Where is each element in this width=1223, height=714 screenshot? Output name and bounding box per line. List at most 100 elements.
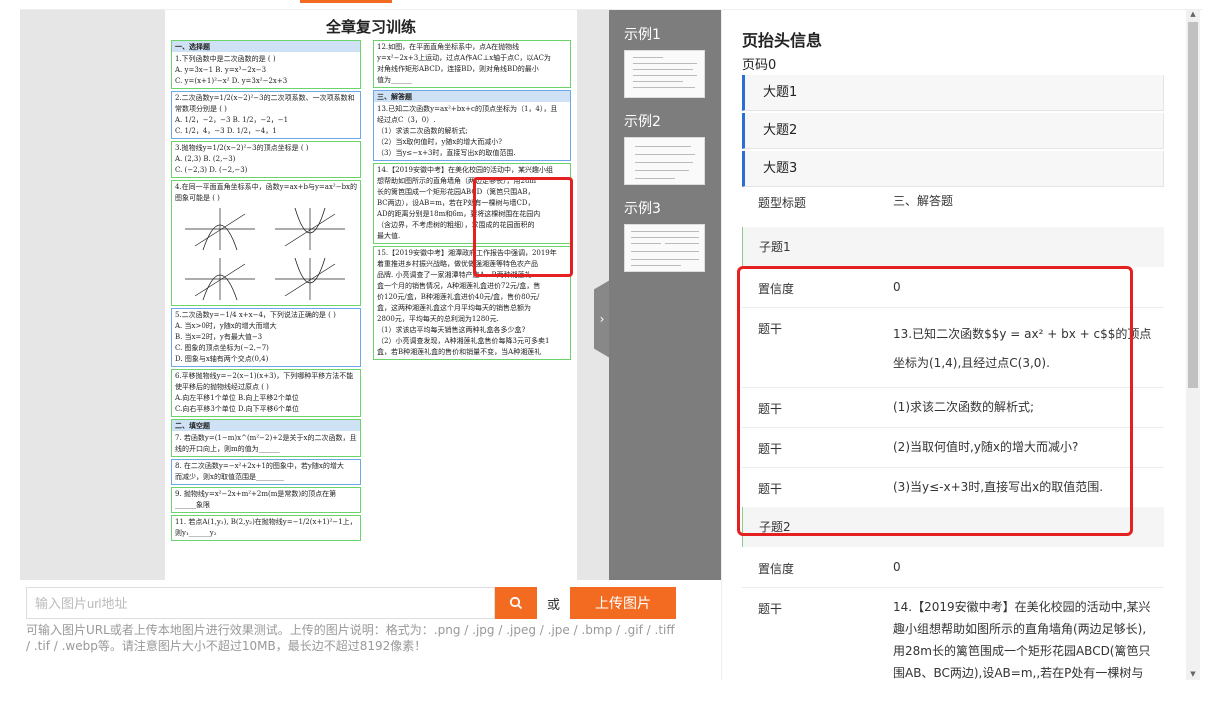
- confidence-label: 置信度: [758, 562, 795, 576]
- document-line: C. 1/2，4，−3 D. 1/2，−4，1: [175, 127, 277, 135]
- document-line: A. (2,3) B. (2,−3): [175, 155, 236, 163]
- stem-value: 14.【2019安徽中考】在美化校园的活动中,某兴趣小组想帮助如图所示的直角墙角…: [893, 600, 1151, 680]
- question-block: 3.抛物线y=1/2(x−2)²−3的顶点坐标是 ( ) A. (2,3) B. …: [171, 141, 361, 178]
- document-line: 14.【2019安徽中考】在美化校园的活动中，某兴趣小组: [377, 166, 553, 174]
- sample-item-1[interactable]: 示例1: [624, 24, 705, 98]
- section-header: 三、解答题: [374, 91, 570, 102]
- sample-item-3[interactable]: 示例3: [624, 198, 705, 272]
- option-graph: [265, 256, 351, 302]
- document-preview: 全章复习训练 一、选择题 1.下列函数中是二次函数的是 ( ) A. y=3x−1 …: [165, 10, 577, 580]
- scrollbar[interactable]: ▲ ▼: [1186, 10, 1200, 680]
- question-type-label: 题型标题: [758, 196, 807, 210]
- question-item-1[interactable]: 大题1: [742, 75, 1164, 111]
- highlight-box-graph: [473, 177, 573, 277]
- document-line: C. 图象的顶点坐标为(−2,−7): [175, 344, 269, 352]
- option-graph: [175, 256, 261, 302]
- document-line: 2.二次函数y=1/2(x−2)²−3的二次项系数、一次项系数和: [175, 94, 355, 102]
- sample-thumbnail[interactable]: [624, 50, 705, 98]
- document-line: A.向左平移1个单位 B.向上平移2个单位: [175, 394, 299, 402]
- section-title: 页抬头信息: [742, 31, 823, 50]
- document-line: 价120元/盒，B种湘莲礼盒进价40元/盒，售价80元/: [377, 293, 540, 301]
- scroll-down-icon[interactable]: ▼: [1188, 670, 1198, 678]
- document-line: C. (−2,3) D. (−2,−3): [175, 166, 248, 174]
- document-line: 5.二次函数y=−1/4 x+x−4，下列说法正确的是 ( ): [175, 311, 336, 319]
- question-block: 4.在同一平面直角坐标系中，函数y=ax+b与y=ax²−bx的 图象可能是 ( …: [171, 180, 361, 306]
- document-line: 12.如图，在平面直角坐标系中，点A在抛物线: [377, 43, 520, 51]
- option-graphs: [175, 204, 357, 304]
- scroll-up-icon[interactable]: ▲: [1188, 10, 1198, 18]
- document-line: 线的开口向上，则m的值为______: [175, 445, 280, 453]
- document-line: 经过点C（3，0）.: [377, 116, 436, 124]
- sample-label: 示例1: [624, 27, 661, 43]
- page-number: 页码0: [742, 58, 777, 73]
- question-item-2[interactable]: 大题2: [742, 113, 1164, 149]
- question-block: 12.如图，在平面直角坐标系中，点A在抛物线 y=x²−2x+3上运动，过点A作A…: [373, 40, 571, 88]
- url-input[interactable]: [26, 587, 495, 619]
- or-label: 或: [546, 597, 560, 613]
- document-line: C.向右平移3个单位 D.向下平移6个单位: [175, 405, 300, 413]
- question-block: 二、填空题 7. 若函数y=(1−m)x^(m²−2)+2是关于x的二次函数，且抛…: [171, 419, 361, 457]
- document-line: 盒，这两种湘莲礼盒这个月平均每天的销售总额为: [377, 304, 531, 312]
- document-line: 4.在同一平面直角坐标系中，函数y=ax+b与y=ax²−bx的: [175, 183, 357, 191]
- document-line: 盒，若B种湘莲礼盒的售价和销量不变，当A种湘莲礼: [377, 348, 542, 356]
- document-line: （1）求该店平均每天销售这两种礼盒各多少盒?: [377, 326, 526, 334]
- document-line: （2）小亮调查发现，A种湘莲礼盒售价每降3元可多卖1: [377, 337, 550, 345]
- search-icon: [509, 596, 523, 610]
- question-type-row: 题型标题 三、解答题: [742, 194, 1164, 223]
- upload-hint: 可输入图片URL或者上传本地图片进行效果测试。上传的图片说明：格式为：.png …: [26, 623, 675, 653]
- sample-thumbnail[interactable]: [624, 137, 705, 185]
- document-line: B. 当x=2时，y有最大值−3: [175, 333, 263, 341]
- question-block: 三、解答题 13.已知二次函数y=ax²+bx+c的顶点坐标为（1，4），且 经过点…: [373, 90, 571, 161]
- question-block: 5.二次函数y=−1/4 x+x−4，下列说法正确的是 ( ) A. 当x>0时，…: [171, 308, 361, 367]
- sample-label: 示例3: [624, 201, 661, 217]
- question-block: 一、选择题 1.下列函数中是二次函数的是 ( ) A. y=3x−1 B. y=x³…: [171, 40, 361, 89]
- document-line: 图象可能是 ( ): [175, 194, 220, 202]
- question-type-value: 三、解答题: [893, 194, 954, 208]
- highlight-box-result: [737, 266, 1133, 536]
- document-line: A. 1/2，−2，−3 B. 1/2，−2，−1: [175, 116, 289, 124]
- collapse-toggle[interactable]: ›: [594, 280, 610, 358]
- document-line: （2）当x取何值时，y随x的增大而减小?: [377, 138, 503, 146]
- document-line: D. 图象与x轴有两个交点(0,4): [175, 355, 269, 363]
- divider: [742, 587, 1164, 588]
- document-line: ______象限: [175, 501, 210, 509]
- question-item-3[interactable]: 大题3: [742, 151, 1164, 187]
- document-line: 8. 在二次函数y=−x²+2x+1的图象中，若y随x的增大: [175, 462, 344, 470]
- option-graph: [175, 206, 261, 252]
- document-line: 6.平移抛物线y=−2(x−1)(x+3)，下列哪种平移方法不能: [175, 372, 354, 380]
- document-line: （1）求该二次函数的解析式;: [377, 127, 468, 135]
- question-block: 2.二次函数y=1/2(x−2)²−3的二次项系数、一次项系数和 常数项分别是 (…: [171, 91, 361, 139]
- question-block: 11. 若点A(1,y₁), B(2,y₂)在抛物线y=−1/2(x+1)²−1…: [171, 515, 361, 541]
- document-line: 对角线作矩形ABCD，连接BD，则对角线BD的最小: [377, 65, 539, 73]
- document-line: C. y=(x+1)²−x² D. y=3x²−2x+3: [175, 77, 288, 85]
- document-line: （3）当y≤−x+3时，直接写出x的取值范围.: [377, 149, 516, 157]
- question-block: 6.平移抛物线y=−2(x−1)(x+3)，下列哪种平移方法不能 使平移后的抛物线…: [171, 369, 361, 417]
- upload-row: 或 上传图片: [26, 587, 676, 619]
- document-line: 9. 抛物线y=x²−2x+m²+2m(m是常数)的顶点在第: [175, 490, 337, 498]
- document-line: A. 当x>0时，y随x的增大而增大: [175, 322, 277, 330]
- document-line: 7. 若函数y=(1−m)x^(m²−2)+2是关于x的二次函数，且抛物: [175, 434, 357, 442]
- chevron-right-icon: ›: [599, 312, 605, 326]
- stem-label: 题干: [758, 602, 783, 616]
- samples-panel: 示例1 示例2 示例3: [609, 10, 721, 580]
- document-line: A. y=3x−1 B. y=x³−2x−3: [175, 66, 267, 74]
- document-line: 而减少，则x的取值范围是________: [175, 473, 284, 481]
- search-button[interactable]: [495, 587, 537, 619]
- subquestion-1-header[interactable]: 子题1: [742, 227, 1164, 267]
- upload-image-button[interactable]: 上传图片: [570, 587, 676, 619]
- question-block: 8. 在二次函数y=−x²+2x+1的图象中，若y随x的增大 而减少，则x的取值范…: [171, 459, 361, 485]
- document-line: 则y₁______y₂: [175, 529, 217, 537]
- document-line: 13.已知二次函数y=ax²+bx+c的顶点坐标为（1，4），且: [377, 105, 558, 113]
- sample-item-2[interactable]: 示例2: [624, 111, 705, 185]
- option-graph: [265, 206, 351, 252]
- document-title: 全章复习训练: [325, 18, 416, 36]
- section-header: 一、选择题: [172, 41, 360, 52]
- document-line: 值为______: [377, 76, 412, 84]
- document-line: 盒一个月的销售情况，A种湘莲礼盒进价72元/盒，售: [377, 282, 541, 290]
- top-accent-bar: [300, 0, 392, 3]
- sample-label: 示例2: [624, 114, 661, 130]
- scroll-thumb[interactable]: [1188, 22, 1198, 388]
- confidence-value: 0: [893, 560, 901, 574]
- section-header: 二、填空题: [172, 420, 360, 431]
- sample-thumbnail[interactable]: [624, 224, 705, 272]
